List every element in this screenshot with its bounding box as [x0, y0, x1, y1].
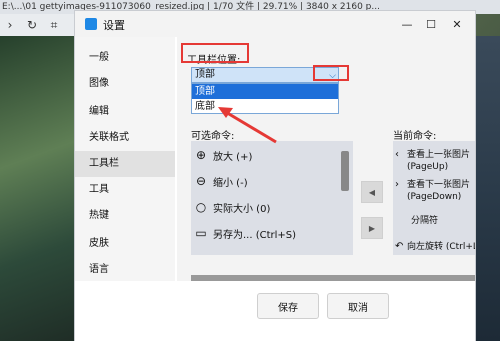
dialog-footer: 保存 取消 [75, 281, 475, 341]
list-item[interactable]: ○ 实际大小 (0) [193, 197, 271, 217]
available-commands-list[interactable]: ⊕ 放大 (+) ⊖ 缩小 (-) ○ 实际大小 (0) ▭ 另存为... (C… [191, 141, 353, 255]
maximize-icon[interactable]: ☐ [421, 15, 441, 33]
available-commands-label: 可选命令: [191, 131, 235, 142]
sidebar-item-language[interactable]: 语言 [75, 257, 175, 283]
actual-size-icon: ○ [195, 200, 207, 214]
list-scrollbar-thumb[interactable] [341, 151, 349, 191]
command-label: 放大 (+) [213, 151, 253, 163]
sidebar-item-skin[interactable]: 皮肤 [75, 231, 175, 257]
settings-sidebar: 一般 图像 编辑 关联格式 工具栏 工具 热键 皮肤 语言 [75, 37, 175, 317]
command-label: 查看下一张图片 (PageDown) [407, 180, 471, 202]
command-label: 缩小 (-) [213, 177, 248, 189]
zoom-out-icon: ⊖ [195, 174, 207, 188]
sidebar-item-tools[interactable]: 工具 [75, 177, 175, 203]
highlight-box-label [181, 43, 249, 63]
command-label: 向左旋转 (Ctrl+L) [407, 242, 475, 252]
sidebar-item-image[interactable]: 图像 [75, 71, 175, 97]
dialog-title-bar[interactable]: 设置 — ☐ ✕ [75, 11, 475, 37]
next-image-icon: › [395, 179, 399, 190]
dialog-title: 设置 [103, 19, 125, 32]
prev-image-icon: ‹ [395, 149, 399, 160]
list-item[interactable]: ▭ 另存为... (Ctrl+S) [193, 223, 296, 243]
list-item[interactable]: ⊖ 缩小 (-) [193, 171, 248, 191]
background-photo-right [476, 36, 500, 341]
crop-icon[interactable]: ⌗ [48, 18, 60, 32]
command-label: 实际大小 (0) [213, 203, 271, 215]
option-top[interactable]: 顶部 [192, 84, 338, 99]
command-label: 分隔符 [411, 216, 439, 226]
list-item[interactable]: ⊕ 放大 (+) [193, 145, 252, 165]
sidebar-item-general[interactable]: 一般 [75, 45, 175, 71]
toolbar-settings-panel: 工具栏位置: 顶部 ⌵ 顶部 底部 可选命令: 当前命令: ⊕ 放大 (+) ⊖… [177, 37, 475, 281]
close-icon[interactable]: ✕ [447, 15, 467, 33]
command-label: 查看上一张图片 (PageUp) [407, 150, 471, 172]
rotate-left-icon: ↶ [395, 241, 404, 252]
app-toolbar: › ↻ ⌗ [0, 14, 74, 36]
background-photo-left [0, 36, 74, 341]
option-bottom[interactable]: 底部 [192, 99, 338, 114]
sidebar-item-hotkeys[interactable]: 热键 [75, 203, 175, 229]
move-right-button[interactable]: ▶ [361, 217, 383, 239]
toolbar-position-value: 顶部 [195, 69, 215, 80]
minimize-icon[interactable]: — [397, 15, 417, 33]
highlight-box-arrow [313, 65, 349, 81]
save-button[interactable]: 保存 [257, 293, 319, 319]
move-left-button[interactable]: ◀ [361, 181, 383, 203]
forward-icon[interactable]: › [4, 18, 16, 32]
save-as-icon: ▭ [195, 226, 207, 240]
current-commands-list[interactable]: ‹ 查看上一张图片 (PageUp) › 查看下一张图片 (PageDown) … [393, 141, 475, 255]
zoom-in-icon: ⊕ [195, 148, 207, 162]
rotate-icon[interactable]: ↻ [26, 18, 38, 32]
sidebar-item-toolbar[interactable]: 工具栏 [75, 151, 175, 177]
sidebar-item-edit[interactable]: 编辑 [75, 99, 175, 125]
toolbar-position-dropdown: 顶部 底部 [191, 83, 339, 114]
current-commands-label: 当前命令: [393, 131, 437, 142]
command-label: 另存为... (Ctrl+S) [213, 229, 297, 241]
sidebar-item-file-association[interactable]: 关联格式 [75, 125, 175, 151]
settings-logo-icon [85, 18, 97, 30]
cancel-button[interactable]: 取消 [327, 293, 389, 319]
settings-dialog: 设置 — ☐ ✕ 一般 图像 编辑 关联格式 工具栏 工具 热键 皮肤 语言 工… [74, 10, 476, 341]
